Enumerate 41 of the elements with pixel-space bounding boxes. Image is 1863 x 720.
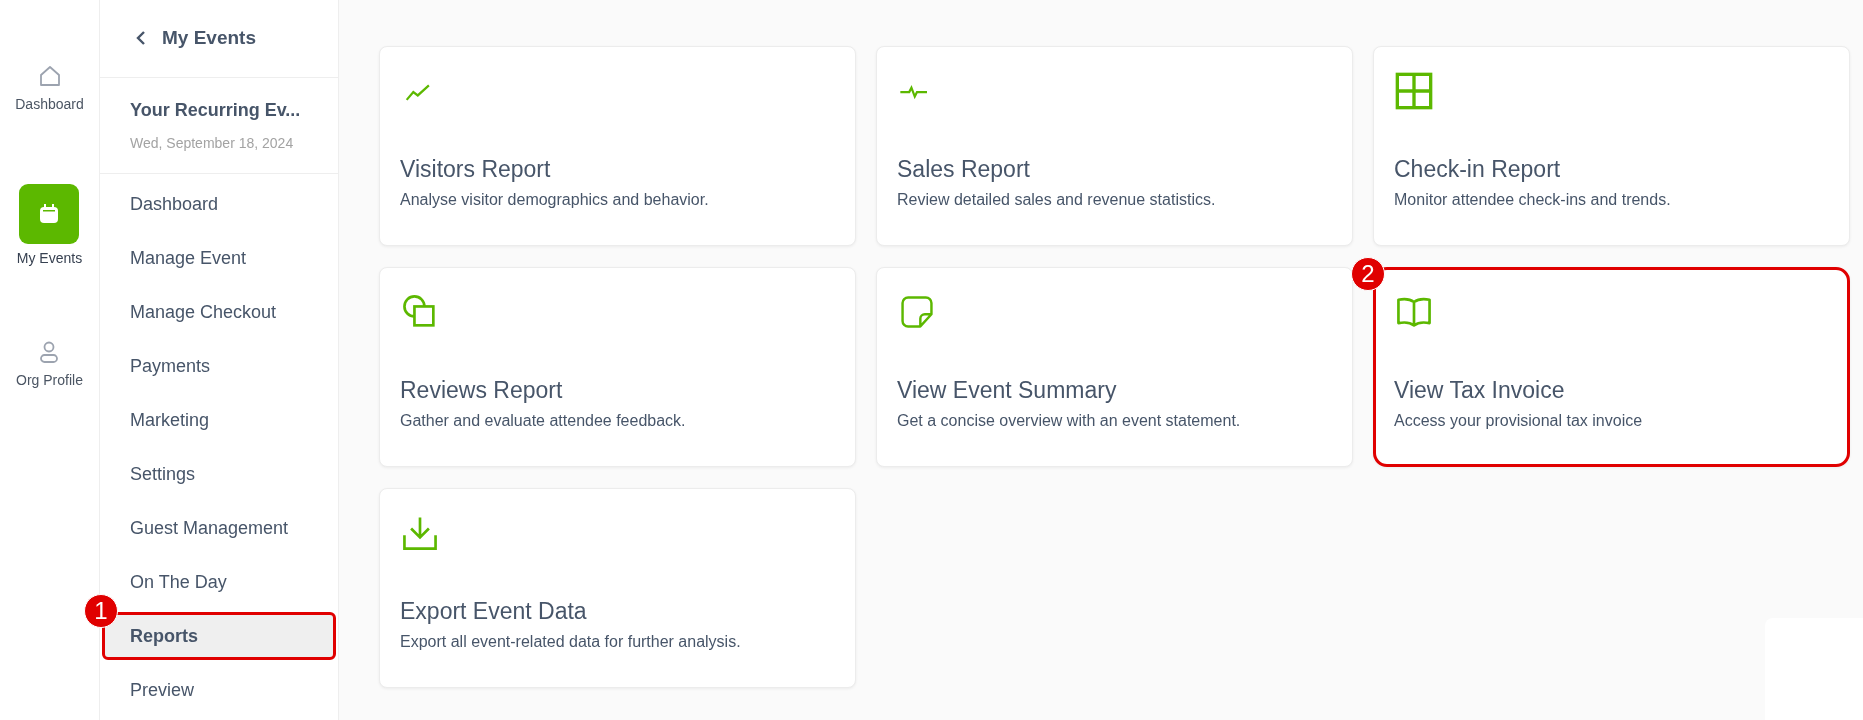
rail-nav-item[interactable]: Org Profile [16,338,83,388]
card-description: Get a concise overview with an event statement. [897,412,1242,430]
report-card[interactable]: Export Event Data Export all event-related data for further analysis. [379,488,856,688]
card-title: Export Event Data [400,598,588,625]
card-title: Check-in Report [1394,156,1562,183]
event-title: Your Recurring Ev... [130,99,302,121]
report-card[interactable]: Visitors Report Analyse visitor demographics and behavior. [379,46,856,246]
card-description: Access your provisional tax invoice [1394,412,1644,430]
report-card[interactable]: Check-in Report Monitor attendee check-ins and trends. [1373,46,1850,246]
sidebar-nav-item[interactable]: Manage Checkout [102,288,336,336]
report-card[interactable]: View Tax Invoice Access your provisional tax invoice [1373,267,1850,467]
card-title: View Tax Invoice [1394,377,1566,404]
rail-label: Dashboard [15,96,84,112]
sidebar-nav-item[interactable]: Manage Event [102,234,336,282]
sidebar-nav-item[interactable]: Marketing [102,396,336,444]
chevron-left-icon [136,30,146,47]
sidebar-nav-item[interactable]: Guest Management [102,504,336,552]
card-description: Export all event-related data for further analysis. [400,633,742,651]
card-title: View Event Summary [897,377,1118,404]
card-description: Analyse visitor demographics and behavior. [400,191,710,209]
rail-nav-item[interactable]: Dashboard [15,62,84,112]
report-card[interactable]: Sales Report Review detailed sales and revenue statistics. [876,46,1353,246]
sidebar-nav-item[interactable]: Payments [102,342,336,390]
card-title: Visitors Report [400,156,552,183]
card-title: Reviews Report [400,377,564,404]
rail-label: Org Profile [16,372,83,388]
sidebar-nav-item[interactable]: Preview [102,666,336,714]
event-date: Wed, September 18, 2024 [130,134,295,151]
sidebar-nav-item[interactable]: Settings [102,450,336,498]
rail-nav-item[interactable]: My Events [16,184,83,266]
back-button[interactable]: My Events [136,27,256,50]
report-card[interactable]: Reviews Report Gather and evaluate attendee feedback. [379,267,856,467]
grid-icon [1394,71,1434,111]
report-card[interactable]: View Event Summary Get a concise overview with an event statement. [876,267,1353,467]
card-description: Gather and evaluate attendee feedback. [400,412,687,430]
sidebar-nav-item[interactable]: Dashboard [102,180,336,228]
rail-label: My Events [16,250,83,266]
card-description: Monitor attendee check-ins and trends. [1394,191,1672,209]
step-number-badge: 2 [1351,257,1385,291]
card-description: Review detailed sales and revenue statistics. [897,191,1217,209]
card-title: Sales Report [897,156,1031,183]
